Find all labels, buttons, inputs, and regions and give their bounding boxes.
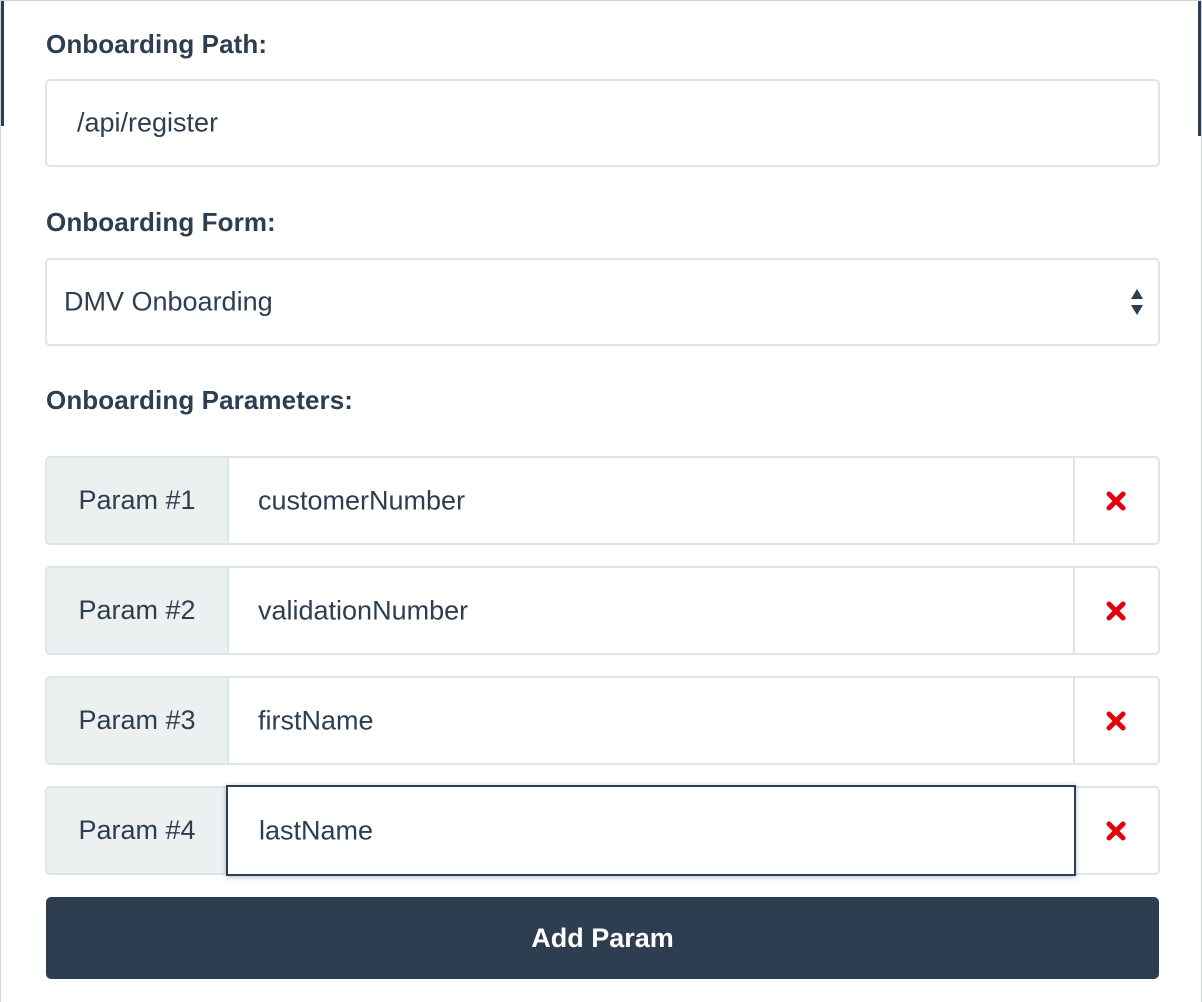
onboarding-form-label: Onboarding Form: <box>46 207 276 237</box>
param-input[interactable]: customerNumber <box>227 458 1075 543</box>
close-icon <box>1106 711 1126 730</box>
add-param-button[interactable]: Add Param <box>46 897 1159 979</box>
param-addon: Param #1 <box>47 458 229 543</box>
background-edge <box>1198 1 1201 136</box>
onboarding-parameters-label: Onboarding Parameters: <box>46 385 354 415</box>
param-value: validationNumber <box>258 595 469 625</box>
close-icon <box>1106 821 1126 840</box>
onboarding-path-input[interactable]: /api/register <box>45 79 1160 167</box>
onboarding-path-value: /api/register <box>77 107 219 138</box>
remove-param-button[interactable] <box>1074 458 1158 543</box>
onboarding-form-select[interactable]: DMV Onboarding <box>45 258 1160 346</box>
remove-param-button[interactable] <box>1074 568 1158 653</box>
onboarding-form-selected: DMV Onboarding <box>64 286 273 317</box>
param-input[interactable]: firstName <box>227 678 1075 763</box>
onboarding-path-label: Onboarding Path: <box>46 29 268 59</box>
remove-param-button[interactable] <box>1074 678 1158 763</box>
param-row: Param #1 customerNumber <box>45 456 1160 545</box>
param-value: firstName <box>258 705 374 735</box>
param-addon: Param #4 <box>47 788 229 873</box>
modal-panel: Onboarding Path: /api/register Onboardin… <box>0 0 1202 1002</box>
param-input[interactable]: validationNumber <box>227 568 1075 653</box>
close-icon <box>1106 491 1126 510</box>
param-row: Param #4 lastName <box>45 785 1160 876</box>
param-row: Param #2 validationNumber <box>45 566 1160 655</box>
param-addon: Param #3 <box>47 678 229 763</box>
param-value: lastName <box>259 815 374 845</box>
background-edge <box>1 1 4 126</box>
select-arrows-icon <box>1131 289 1143 315</box>
remove-param-button[interactable] <box>1074 788 1158 873</box>
param-value: customerNumber <box>258 485 466 515</box>
param-input[interactable]: lastName <box>226 785 1076 876</box>
param-row: Param #3 firstName <box>45 676 1160 765</box>
param-addon: Param #2 <box>47 568 229 653</box>
close-icon <box>1106 601 1126 620</box>
